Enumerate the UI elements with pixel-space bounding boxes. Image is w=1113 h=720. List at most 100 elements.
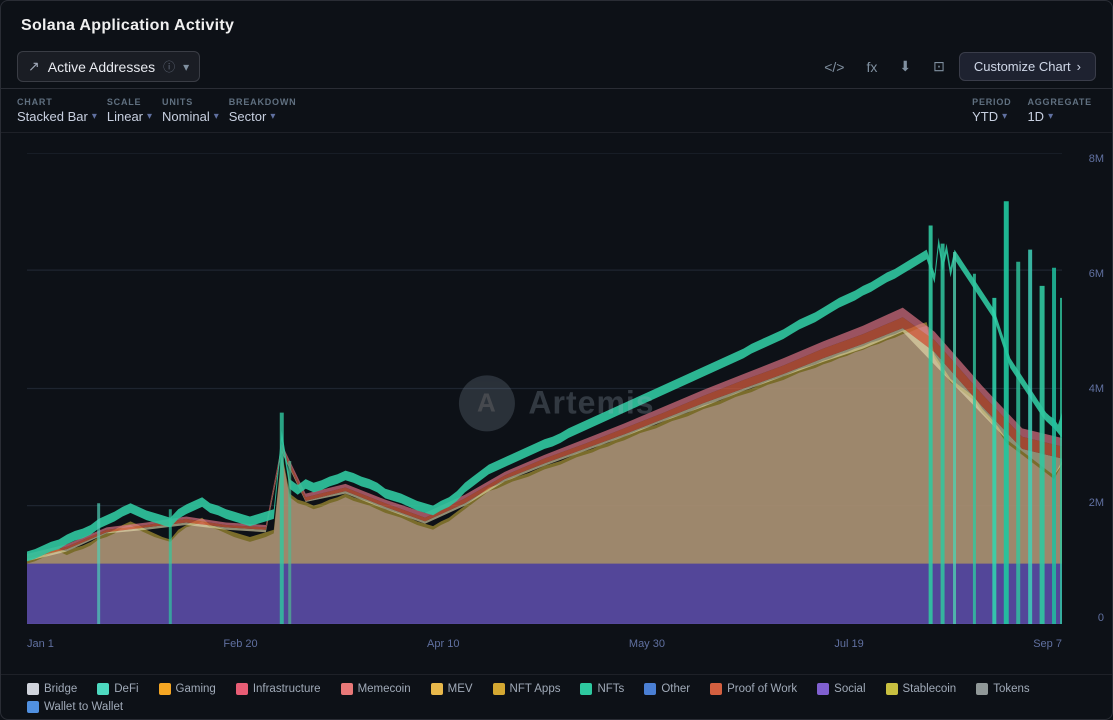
chart-inner: 8M 6M 4M 2M 0 (1, 143, 1112, 674)
legend-dot-tokens (976, 683, 988, 695)
legend-item-gaming[interactable]: Gaming (159, 683, 216, 695)
chart-svg (27, 153, 1062, 624)
legend-dot-bridge (27, 683, 39, 695)
legend-dot-defi (97, 683, 109, 695)
app-container: Solana Application Activity ↗ Active Add… (0, 0, 1113, 720)
legend-item-infrastructure[interactable]: Infrastructure (236, 683, 321, 695)
legend-item-pow[interactable]: Proof of Work (710, 683, 797, 695)
info-icon[interactable]: ⓘ (163, 58, 175, 75)
metric-selector[interactable]: ↗ Active Addresses ⓘ ▾ (17, 51, 200, 82)
units-chevron-icon: ▾ (214, 111, 219, 122)
scale-label: SCALE (107, 97, 152, 107)
aggregate-label: AGGREGATE (1027, 97, 1092, 107)
y-label-0: 0 (1098, 612, 1104, 624)
scale-chevron-icon: ▾ (147, 111, 152, 122)
y-label-4m: 4M (1089, 383, 1104, 395)
controls-row: CHART Stacked Bar ▾ SCALE Linear ▾ UNITS… (1, 89, 1112, 133)
legend-item-mev[interactable]: MEV (431, 683, 473, 695)
legend-label-nft-apps: NFT Apps (510, 683, 561, 695)
legend-item-nfts[interactable]: NFTs (580, 683, 624, 695)
period-select[interactable]: YTD ▾ (972, 109, 1011, 124)
customize-chart-button[interactable]: Customize Chart › (959, 52, 1096, 81)
legend-item-nft-apps[interactable]: NFT Apps (493, 683, 561, 695)
legend-label-wallet-to-wallet: Wallet to Wallet (44, 701, 123, 713)
period-value: YTD (972, 109, 998, 124)
legend-row: Bridge DeFi Gaming Infrastructure Memeco… (1, 674, 1112, 719)
x-label-feb20: Feb 20 (223, 638, 257, 650)
legend-label-mev: MEV (448, 683, 473, 695)
camera-icon[interactable]: ⊡ (929, 54, 949, 79)
chart-value: Stacked Bar (17, 109, 88, 124)
metric-label: Active Addresses (48, 59, 155, 75)
fx-icon[interactable]: fx (862, 55, 881, 79)
app-title: Solana Application Activity (1, 1, 1112, 45)
legend-dot-gaming (159, 683, 171, 695)
legend-label-infrastructure: Infrastructure (253, 683, 321, 695)
units-select[interactable]: Nominal ▾ (162, 109, 219, 124)
legend-dot-social (817, 683, 829, 695)
legend-item-wallet-to-wallet[interactable]: Wallet to Wallet (27, 701, 123, 713)
legend-label-stablecoin: Stablecoin (903, 683, 957, 695)
chart-svg-area (27, 153, 1062, 624)
aggregate-value: 1D (1027, 109, 1044, 124)
breakdown-value: Sector (229, 109, 267, 124)
x-label-jan1: Jan 1 (27, 638, 54, 650)
customize-chart-label: Customize Chart (974, 59, 1071, 74)
legend-label-bridge: Bridge (44, 683, 77, 695)
legend-dot-memecoin (341, 683, 353, 695)
aggregate-select[interactable]: 1D ▾ (1027, 109, 1092, 124)
scale-select[interactable]: Linear ▾ (107, 109, 152, 124)
legend-item-social[interactable]: Social (817, 683, 865, 695)
units-value: Nominal (162, 109, 210, 124)
y-label-6m: 6M (1089, 268, 1104, 280)
chart-label: CHART (17, 97, 97, 107)
legend-item-other[interactable]: Other (644, 683, 690, 695)
customize-chevron-icon: › (1077, 59, 1081, 74)
period-control: PERIOD YTD ▾ (972, 97, 1011, 124)
legend-dot-infrastructure (236, 683, 248, 695)
legend-dot-wallet-to-wallet (27, 701, 39, 713)
metric-chevron-icon: ▾ (183, 60, 189, 74)
scale-value: Linear (107, 109, 143, 124)
header-row: ↗ Active Addresses ⓘ ▾ </> fx ⬇ ⊡ Custom… (1, 45, 1112, 89)
legend-dot-mev (431, 683, 443, 695)
y-label-8m: 8M (1089, 153, 1104, 165)
legend-item-tokens[interactable]: Tokens (976, 683, 1029, 695)
breakdown-chevron-icon: ▾ (270, 111, 275, 122)
x-label-sep7: Sep 7 (1033, 638, 1062, 650)
metric-icon: ↗ (28, 58, 40, 75)
legend-label-defi: DeFi (114, 683, 138, 695)
chart-chevron-icon: ▾ (92, 111, 97, 122)
header-icons: </> fx ⬇ ⊡ (820, 54, 949, 79)
legend-label-memecoin: Memecoin (358, 683, 411, 695)
y-label-2m: 2M (1089, 497, 1104, 509)
legend-dot-nfts (580, 683, 592, 695)
breakdown-select[interactable]: Sector ▾ (229, 109, 297, 124)
code-icon[interactable]: </> (820, 55, 848, 79)
legend-label-other: Other (661, 683, 690, 695)
chart-area: 8M 6M 4M 2M 0 (1, 133, 1112, 674)
x-axis-labels: Jan 1 Feb 20 Apr 10 May 30 Jul 19 Sep 7 (27, 638, 1062, 650)
legend-label-nfts: NFTs (597, 683, 624, 695)
legend-item-memecoin[interactable]: Memecoin (341, 683, 411, 695)
chart-control: CHART Stacked Bar ▾ (17, 97, 97, 124)
chart-select[interactable]: Stacked Bar ▾ (17, 109, 97, 124)
legend-dot-other (644, 683, 656, 695)
period-label: PERIOD (972, 97, 1011, 107)
legend-label-pow: Proof of Work (727, 683, 797, 695)
x-label-may30: May 30 (629, 638, 665, 650)
legend-item-defi[interactable]: DeFi (97, 683, 138, 695)
legend-label-tokens: Tokens (993, 683, 1029, 695)
legend-dot-pow (710, 683, 722, 695)
legend-label-gaming: Gaming (176, 683, 216, 695)
legend-item-stablecoin[interactable]: Stablecoin (886, 683, 957, 695)
x-label-apr10: Apr 10 (427, 638, 459, 650)
legend-item-bridge[interactable]: Bridge (27, 683, 77, 695)
breakdown-label: BREAKDOWN (229, 97, 297, 107)
aggregate-control: AGGREGATE 1D ▾ (1027, 97, 1092, 124)
download-icon[interactable]: ⬇ (895, 54, 915, 79)
units-control: UNITS Nominal ▾ (162, 97, 219, 124)
scale-control: SCALE Linear ▾ (107, 97, 152, 124)
y-axis-labels: 8M 6M 4M 2M 0 (1089, 153, 1104, 624)
legend-label-social: Social (834, 683, 865, 695)
